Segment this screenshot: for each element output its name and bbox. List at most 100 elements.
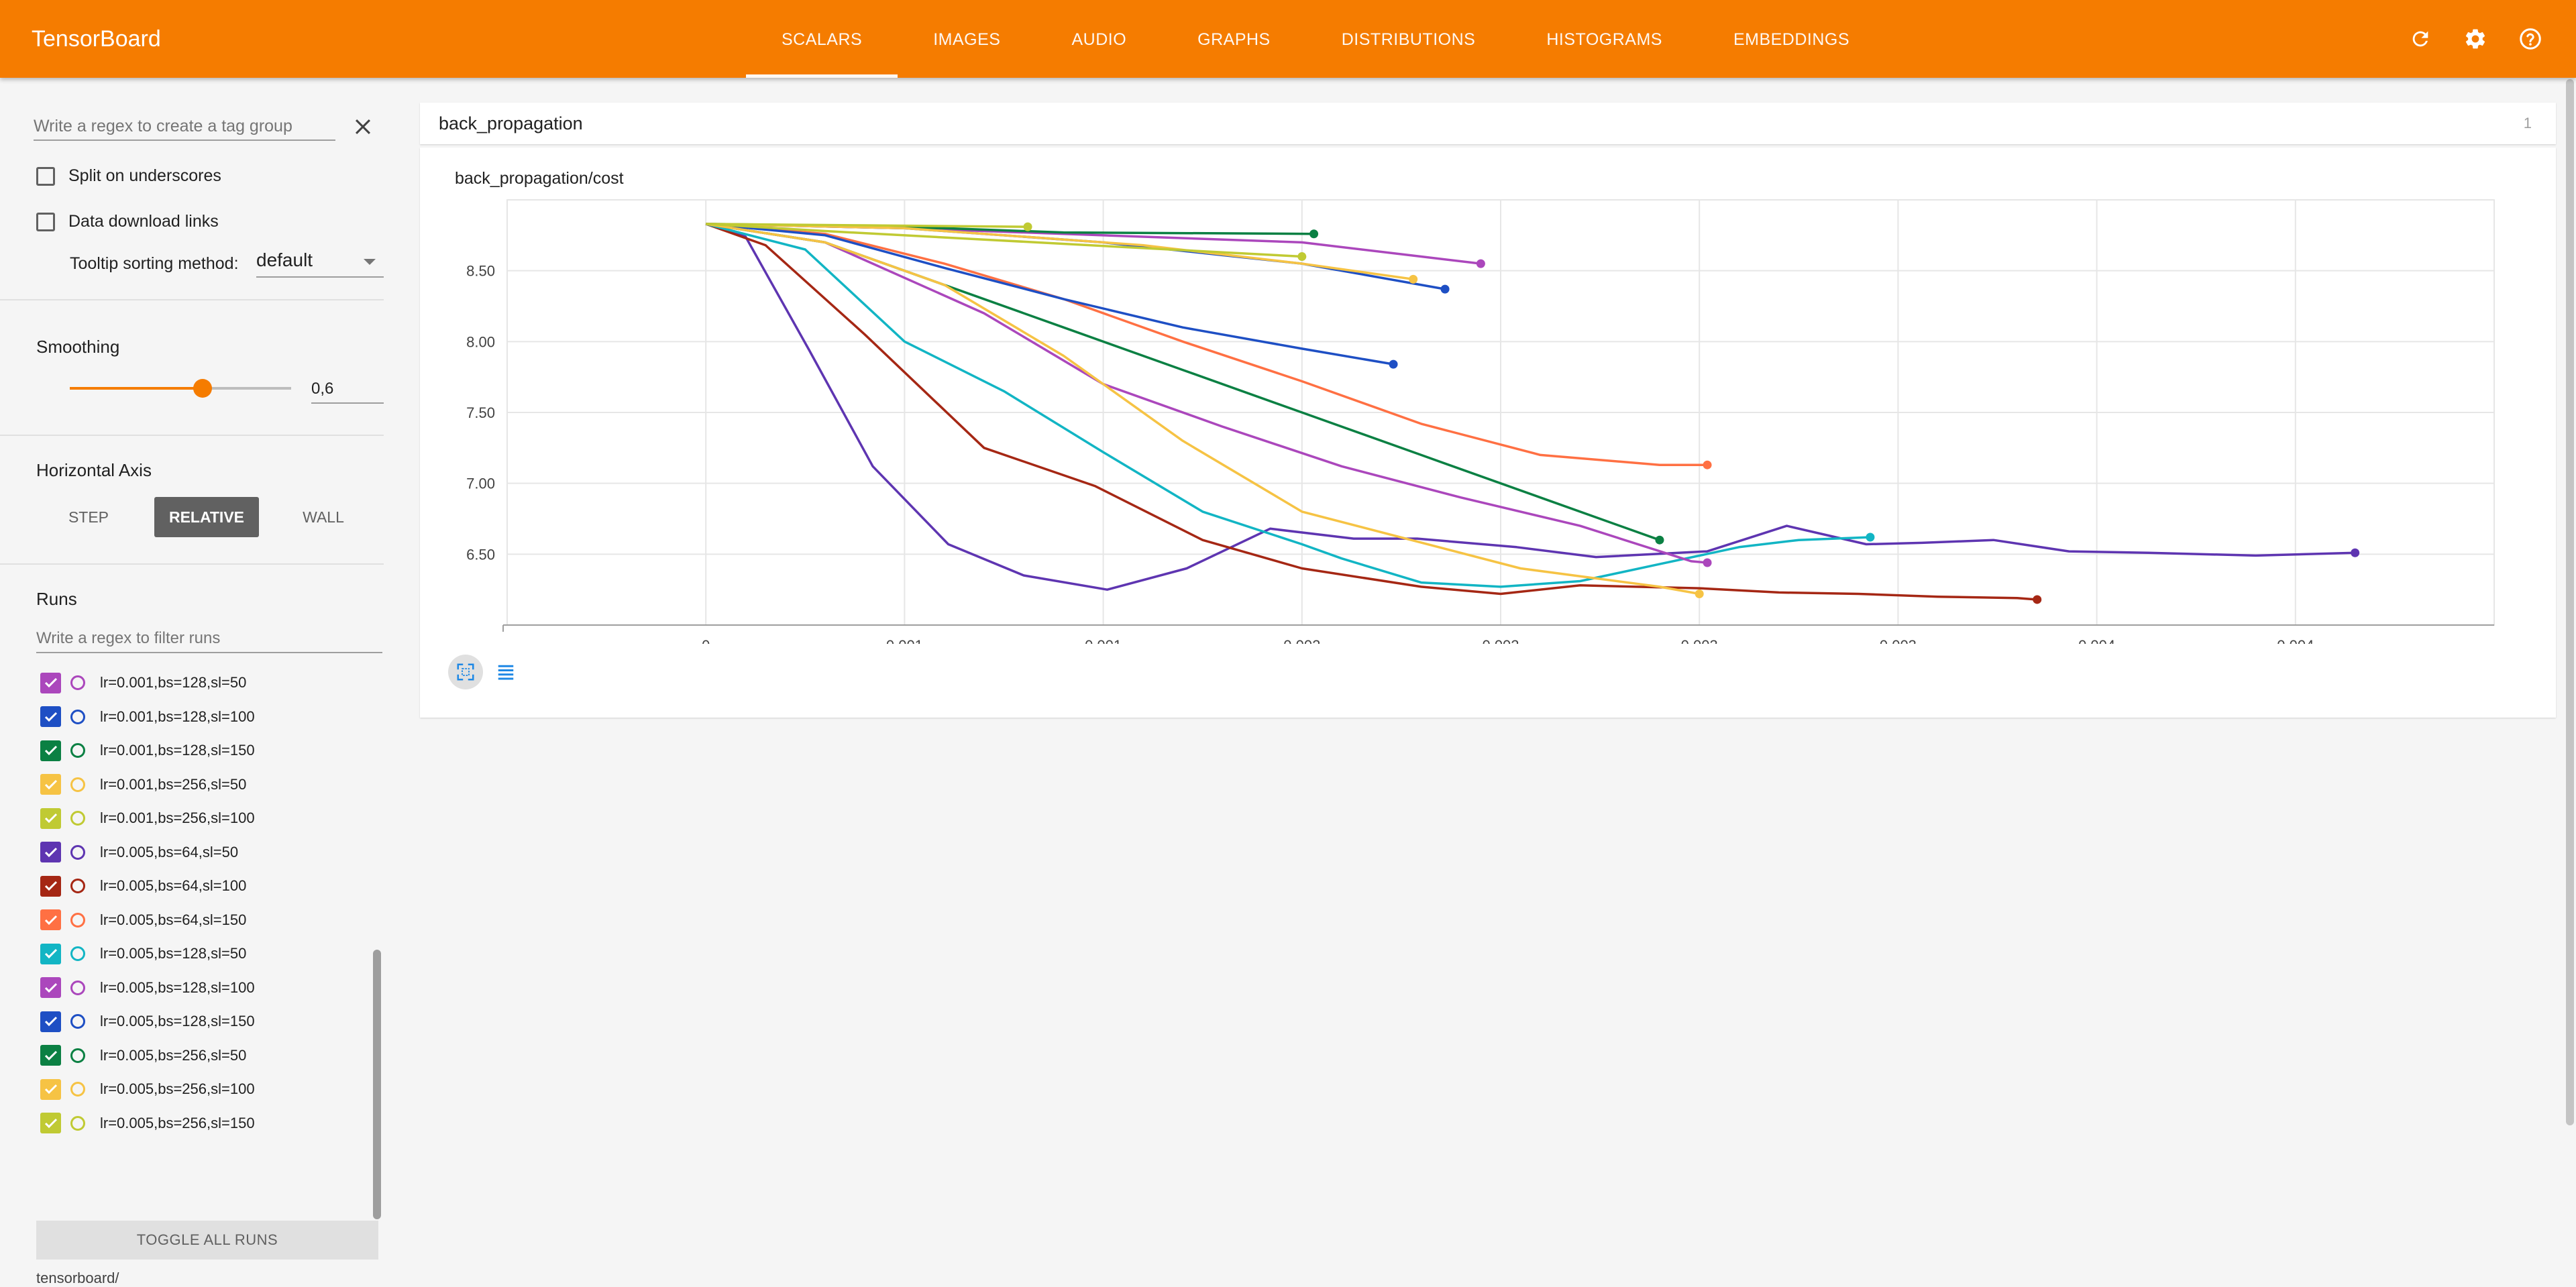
- tag-group-header[interactable]: back_propagation 1: [420, 103, 2556, 144]
- run-checkbox[interactable]: [40, 1011, 61, 1032]
- run-label: lr=0.005,bs=128,sl=150: [100, 1013, 255, 1029]
- runs-scrollbar[interactable]: [373, 950, 381, 1219]
- tooltip-sorting-label: Tooltip sorting method:: [70, 254, 239, 273]
- x-tick-label: 0.003: [1681, 637, 1718, 644]
- tab-graphs[interactable]: GRAPHS: [1162, 0, 1306, 78]
- check-icon: [44, 779, 57, 789]
- run-item[interactable]: lr=0.001,bs=128,sl=150: [40, 736, 255, 765]
- run-color-radio[interactable]: [70, 946, 85, 961]
- data-download-links-checkbox[interactable]: Data download links: [36, 212, 219, 231]
- tag-group-input[interactable]: [34, 113, 335, 141]
- run-color-radio[interactable]: [70, 912, 85, 928]
- axis-relative-button[interactable]: RELATIVE: [154, 497, 259, 537]
- run-color-radio[interactable]: [70, 844, 85, 860]
- axis-step-button[interactable]: STEP: [55, 497, 122, 537]
- checkbox-box: [36, 212, 55, 231]
- run-checkbox[interactable]: [40, 1045, 61, 1066]
- series-end-point: [1695, 590, 1704, 599]
- y-tick-label: 7.50: [466, 404, 495, 421]
- run-item[interactable]: lr=0.001,bs=128,sl=100: [40, 702, 255, 732]
- run-color-radio[interactable]: [70, 709, 85, 724]
- run-checkbox[interactable]: [40, 977, 61, 998]
- run-item[interactable]: lr=0.005,bs=128,sl=50: [40, 939, 246, 968]
- series-end-point: [1389, 359, 1398, 369]
- run-checkbox[interactable]: [40, 842, 61, 862]
- run-color-radio[interactable]: [70, 879, 85, 893]
- close-icon[interactable]: [352, 115, 374, 138]
- series-end-point: [2351, 548, 2360, 557]
- tab-distributions[interactable]: DISTRIBUTIONS: [1306, 0, 1511, 78]
- refresh-icon[interactable]: [2404, 23, 2436, 55]
- tooltip-sorting-value: default: [256, 249, 313, 270]
- page-scrollbar-thumb[interactable]: [2566, 79, 2574, 1125]
- smoothing-slider[interactable]: [70, 379, 291, 398]
- run-color-radio[interactable]: [70, 675, 85, 690]
- chevron-down-icon: [364, 259, 376, 265]
- run-color-radio[interactable]: [70, 777, 85, 792]
- x-tick-label: 0.002: [1283, 637, 1320, 644]
- run-color-radio[interactable]: [70, 1014, 85, 1029]
- run-color-radio[interactable]: [70, 1082, 85, 1097]
- run-checkbox[interactable]: [40, 909, 61, 930]
- run-item[interactable]: lr=0.005,bs=64,sl=150: [40, 905, 246, 935]
- run-checkbox[interactable]: [40, 1113, 61, 1133]
- run-label: lr=0.005,bs=256,sl=150: [100, 1114, 255, 1131]
- tab-histograms[interactable]: HISTOGRAMS: [1511, 0, 1698, 78]
- fit-domain-button[interactable]: [448, 655, 483, 689]
- run-item[interactable]: lr=0.001,bs=128,sl=50: [40, 668, 246, 697]
- run-color-radio[interactable]: [70, 1115, 85, 1131]
- settings-icon[interactable]: [2459, 23, 2491, 55]
- toggle-log-scale-button[interactable]: [488, 655, 523, 689]
- smoothing-section: [0, 299, 384, 300]
- run-checkbox[interactable]: [40, 672, 61, 693]
- run-label: lr=0.005,bs=64,sl=50: [100, 843, 239, 860]
- x-tick-label: 0.001: [1085, 637, 1122, 644]
- run-checkbox[interactable]: [40, 706, 61, 727]
- check-icon: [44, 813, 57, 824]
- tab-embeddings[interactable]: EMBEDDINGS: [1698, 0, 1885, 78]
- x-tick-label: 0.002: [1482, 637, 1519, 644]
- slider-knob[interactable]: [193, 379, 212, 398]
- smoothing-value-input[interactable]: 0,6: [311, 376, 384, 404]
- toggle-all-runs-button[interactable]: TOGGLE ALL RUNS: [36, 1221, 378, 1260]
- run-color-radio[interactable]: [70, 980, 85, 995]
- run-item[interactable]: lr=0.001,bs=256,sl=50: [40, 770, 246, 799]
- run-checkbox[interactable]: [40, 774, 61, 795]
- runs-filter-input[interactable]: [36, 625, 382, 653]
- run-label: lr=0.005,bs=256,sl=100: [100, 1080, 255, 1097]
- line-chart[interactable]: 0 0.001 0.001 0.002 0.002 0.003 0.003 0.004 0.00…: [420, 148, 2556, 644]
- section-divider: [0, 563, 384, 565]
- nav-tabs: SCALARS IMAGES AUDIO GRAPHS DISTRIBUTIONS HIS…: [746, 0, 1885, 78]
- y-tick-label: 7.00: [466, 475, 495, 492]
- checkbox-label: Data download links: [68, 212, 219, 231]
- series-line: [705, 223, 2037, 601]
- run-checkbox[interactable]: [40, 875, 61, 897]
- run-item[interactable]: lr=0.001,bs=256,sl=100: [40, 803, 255, 833]
- run-color-radio[interactable]: [70, 811, 85, 826]
- run-color-radio[interactable]: [70, 743, 85, 758]
- tooltip-sorting-select[interactable]: default: [256, 248, 384, 278]
- run-checkbox[interactable]: [40, 740, 61, 761]
- axis-wall-button[interactable]: WALL: [290, 497, 357, 537]
- tag-group-title: back_propagation: [439, 113, 583, 133]
- run-checkbox[interactable]: [40, 1078, 61, 1100]
- run-item[interactable]: lr=0.005,bs=256,sl=150: [40, 1109, 255, 1138]
- run-color-radio[interactable]: [70, 1048, 85, 1063]
- run-checkbox[interactable]: [40, 943, 61, 964]
- run-item[interactable]: lr=0.005,bs=128,sl=150: [40, 1007, 255, 1036]
- runs-title: Runs: [36, 589, 77, 609]
- tab-images[interactable]: IMAGES: [898, 0, 1036, 78]
- help-icon[interactable]: [2514, 23, 2546, 55]
- run-item[interactable]: lr=0.005,bs=64,sl=50: [40, 838, 238, 867]
- run-item[interactable]: lr=0.005,bs=64,sl=100: [40, 871, 246, 901]
- run-checkbox[interactable]: [40, 807, 61, 829]
- split-underscores-checkbox[interactable]: Split on underscores: [36, 166, 221, 186]
- x-tick-label: 0.004: [2277, 637, 2314, 644]
- run-item[interactable]: lr=0.005,bs=128,sl=100: [40, 973, 255, 1003]
- tab-audio[interactable]: AUDIO: [1036, 0, 1162, 78]
- sidebar: Split on underscores Data download links…: [0, 78, 384, 1286]
- series-end-point: [1297, 252, 1307, 262]
- run-item[interactable]: lr=0.005,bs=256,sl=50: [40, 1041, 246, 1070]
- tab-scalars[interactable]: SCALARS: [746, 0, 898, 78]
- run-item[interactable]: lr=0.005,bs=256,sl=100: [40, 1074, 255, 1104]
